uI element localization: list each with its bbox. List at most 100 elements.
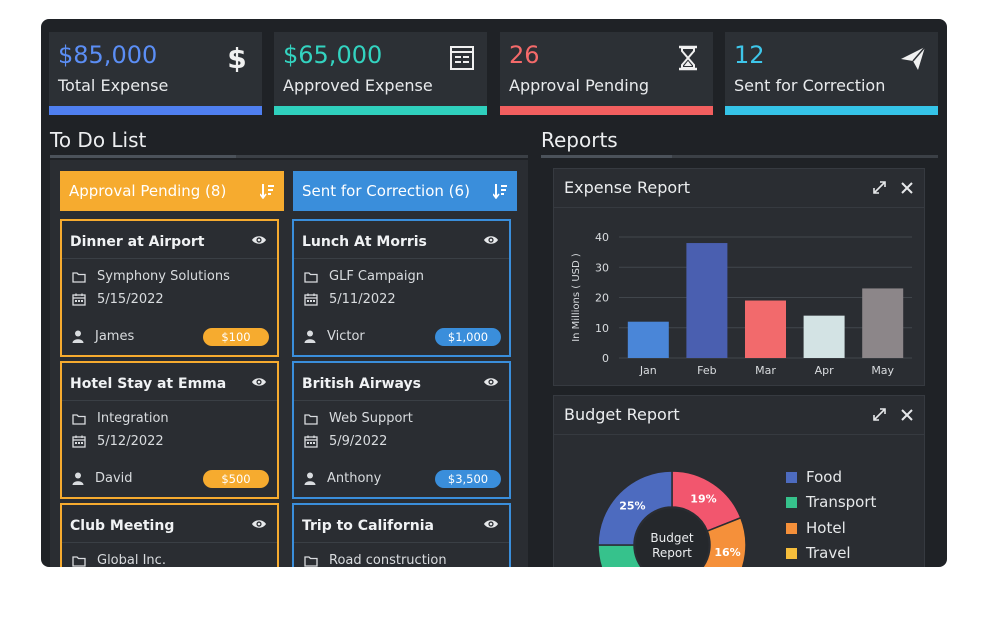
svg-text:$: $ xyxy=(227,44,246,72)
column-header-sent-for-correction[interactable]: Sent for Correction (6) xyxy=(293,171,517,211)
user-icon xyxy=(304,472,316,485)
folder-icon xyxy=(304,555,318,567)
card-divider xyxy=(294,258,509,259)
column-title: Sent for Correction (6) xyxy=(302,182,470,200)
card-project: Road construction xyxy=(304,553,447,567)
expand-icon[interactable] xyxy=(873,408,886,421)
card-title: Club Meeting xyxy=(70,518,175,534)
x-tick-label: Apr xyxy=(815,364,835,377)
card-date: 5/12/2022 xyxy=(72,434,164,449)
amount-badge: $3,500 xyxy=(435,470,501,488)
hourglass-icon xyxy=(679,45,697,71)
kpi-total-expense[interactable]: $85,000 Total Expense $ xyxy=(49,32,262,115)
card-divider xyxy=(62,400,277,401)
send-icon xyxy=(901,46,926,70)
todo-card[interactable]: Dinner at Airport Symphony Solutions 5/15/… xyxy=(60,219,279,357)
card-date: 5/9/2022 xyxy=(304,434,387,449)
bar-apr xyxy=(803,315,845,358)
user-icon xyxy=(72,472,84,485)
expense-report-panel: Expense Report 0 10 20 30 40 In Millions ( US… xyxy=(553,168,925,386)
legend-label: Transport xyxy=(806,493,877,511)
todo-card[interactable]: Trip to California Road construction xyxy=(292,503,511,567)
expand-icon[interactable] xyxy=(873,181,886,194)
card-title: Dinner at Airport xyxy=(70,234,205,250)
view-icon[interactable] xyxy=(251,518,267,530)
bar-mar xyxy=(745,300,786,358)
date-value: 5/11/2022 xyxy=(329,292,396,307)
budget-report-panel: Budget Report 19%16%27%25%BudgetReport xyxy=(553,395,925,567)
folder-icon xyxy=(72,271,86,283)
x-tick-label: Feb xyxy=(697,364,716,377)
card-project: GLF Campaign xyxy=(304,269,424,284)
legend-label: Hotel xyxy=(806,519,846,537)
date-value: 5/9/2022 xyxy=(329,434,388,449)
todo-card[interactable]: British Airways Web Support 5/9/2022 Anthon… xyxy=(292,361,511,499)
card-divider xyxy=(62,542,277,543)
kpi-approval-pending[interactable]: 26 Approval Pending xyxy=(500,32,713,115)
legend-swatch xyxy=(786,471,797,483)
y-tick-label: 30 xyxy=(595,261,609,274)
folder-icon xyxy=(304,413,318,425)
kpi-value: $65,000 xyxy=(283,41,383,69)
todo-card[interactable]: Lunch At Morris GLF Campaign 5/11/2022 Vict… xyxy=(292,219,511,357)
y-tick-label: 20 xyxy=(595,292,609,305)
kpi-approved-expense[interactable]: $65,000 Approved Expense xyxy=(274,32,487,115)
kpi-value: 26 xyxy=(509,41,540,69)
folder-icon xyxy=(72,413,86,425)
user-icon xyxy=(304,330,316,343)
close-icon[interactable] xyxy=(901,409,913,421)
calendar-icon xyxy=(304,293,318,306)
bar-may xyxy=(862,288,904,358)
card-divider xyxy=(294,542,509,543)
card-project: Global Inc. xyxy=(72,553,166,567)
todo-card[interactable]: Hotel Stay at Emma Integration 5/12/2022 Da… xyxy=(60,361,279,499)
kpi-accent-bar xyxy=(500,106,713,115)
project-name: GLF Campaign xyxy=(329,269,424,284)
sort-icon[interactable] xyxy=(260,183,274,199)
view-icon[interactable] xyxy=(251,376,267,388)
legend-item: Transport xyxy=(786,493,876,511)
card-divider xyxy=(294,400,509,401)
todo-divider xyxy=(50,155,528,158)
y-tick-label: 0 xyxy=(602,352,609,365)
kpi-accent-bar xyxy=(725,106,938,115)
card-project: Symphony Solutions xyxy=(72,269,230,284)
legend-swatch xyxy=(786,547,797,559)
amount-badge: $1,000 xyxy=(435,328,501,346)
sort-icon[interactable] xyxy=(493,183,507,199)
card-divider xyxy=(62,258,277,259)
close-icon[interactable] xyxy=(901,182,913,194)
reports-divider xyxy=(541,155,938,158)
view-icon[interactable] xyxy=(483,376,499,388)
amount-badge: $500 xyxy=(203,470,269,488)
panel-title: Expense Report xyxy=(564,178,691,197)
view-icon[interactable] xyxy=(483,518,499,530)
kpi-value: $85,000 xyxy=(58,41,158,69)
kpi-label: Approved Expense xyxy=(283,76,433,95)
legend-item: Food xyxy=(786,468,842,486)
project-name: Road construction xyxy=(329,553,447,567)
budget-donut-chart: 19%16%27%25%BudgetReport xyxy=(597,470,747,567)
view-icon[interactable] xyxy=(483,234,499,246)
kpi-sent-for-correction[interactable]: 12 Sent for Correction xyxy=(725,32,938,115)
date-value: 5/15/2022 xyxy=(97,292,164,307)
todo-card[interactable]: Club Meeting Global Inc. xyxy=(60,503,279,567)
legend-item: Hotel xyxy=(786,519,846,537)
kpi-accent-bar xyxy=(49,106,262,115)
card-title: Hotel Stay at Emma xyxy=(70,376,227,392)
project-name: Web Support xyxy=(329,411,413,426)
panel-header: Budget Report xyxy=(554,396,924,435)
calendar-icon xyxy=(304,435,318,448)
view-icon[interactable] xyxy=(251,234,267,246)
legend-label: Travel xyxy=(806,544,851,562)
kpi-label: Sent for Correction xyxy=(734,76,886,95)
y-tick-label: 40 xyxy=(595,231,609,244)
x-tick-label: Mar xyxy=(755,364,776,377)
legend-swatch xyxy=(786,522,797,534)
slice-label: 25% xyxy=(619,499,645,512)
x-tick-label: May xyxy=(871,364,894,377)
column-header-approval-pending[interactable]: Approval Pending (8) xyxy=(60,171,284,211)
kpi-label: Total Expense xyxy=(58,76,169,95)
project-name: Integration xyxy=(97,411,169,426)
panel-title: Budget Report xyxy=(564,405,680,424)
